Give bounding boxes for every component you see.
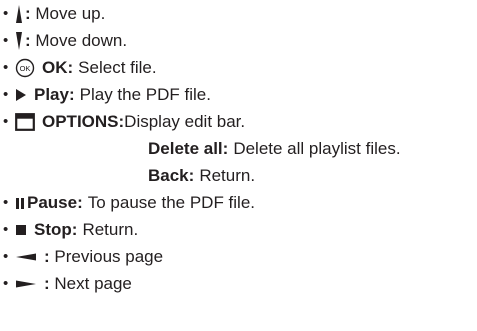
options-icon — [15, 112, 35, 131]
list-item: • Pause: To pause the PDF file. — [3, 189, 473, 216]
options-sub-item: Delete all: Delete all playlist files. — [3, 135, 473, 162]
list-item: • Play: Play the PDF file. — [3, 81, 473, 108]
play-icon — [15, 88, 27, 102]
bullet: • — [3, 248, 9, 265]
item-desc: Delete all playlist files. — [233, 138, 401, 158]
bullet: • — [3, 32, 9, 49]
item-key: Stop: — [34, 219, 78, 239]
up-arrow-icon — [15, 4, 23, 24]
down-arrow-icon — [15, 31, 23, 51]
bullet: • — [3, 275, 9, 292]
item-key: Pause: — [27, 192, 83, 212]
list-item: • : Move down. — [3, 27, 473, 54]
stop-icon — [15, 224, 27, 236]
item-desc: To pause the PDF file. — [87, 192, 256, 212]
item-desc: : Move up. — [25, 3, 106, 23]
left-arrow-icon — [15, 252, 37, 262]
options-sub-item: Back: Return. — [3, 162, 473, 189]
bullet: • — [3, 59, 9, 76]
bullet: • — [3, 221, 9, 238]
item-desc: : Move down. — [25, 30, 128, 50]
ok-button-icon: OK — [15, 58, 35, 78]
item-desc: : Next page — [44, 273, 132, 293]
right-arrow-icon — [15, 279, 37, 289]
item-key: Delete all: — [148, 138, 229, 158]
item-desc: Display edit bar. — [124, 111, 246, 131]
item-desc: Play the PDF file. — [79, 84, 211, 104]
item-key: OPTIONS: — [42, 111, 125, 131]
item-key: Back: — [148, 165, 195, 185]
list-item: • : Next page — [3, 270, 473, 297]
list-item: • Stop: Return. — [3, 216, 473, 243]
pause-icon — [15, 196, 25, 210]
item-desc: Return. — [82, 219, 139, 239]
item-desc: : Previous page — [44, 246, 164, 266]
bullet: • — [3, 113, 9, 130]
bullet: • — [3, 5, 9, 22]
list-item: • : Previous page — [3, 243, 473, 270]
svg-text:OK: OK — [20, 64, 31, 73]
bullet: • — [3, 194, 9, 211]
item-key: OK: — [42, 57, 74, 77]
item-key: Play: — [34, 84, 75, 104]
list-item: • OK OK: Select file. — [3, 54, 473, 81]
item-desc: Select file. — [78, 57, 157, 77]
bullet: • — [3, 86, 9, 103]
list-item: • : Move up. — [3, 0, 473, 27]
list-item: • OPTIONS: Display edit bar. — [3, 108, 473, 135]
item-desc: Return. — [199, 165, 256, 185]
instruction-list: • : Move up. • : Move down. • OK OK: Sel… — [3, 0, 473, 297]
